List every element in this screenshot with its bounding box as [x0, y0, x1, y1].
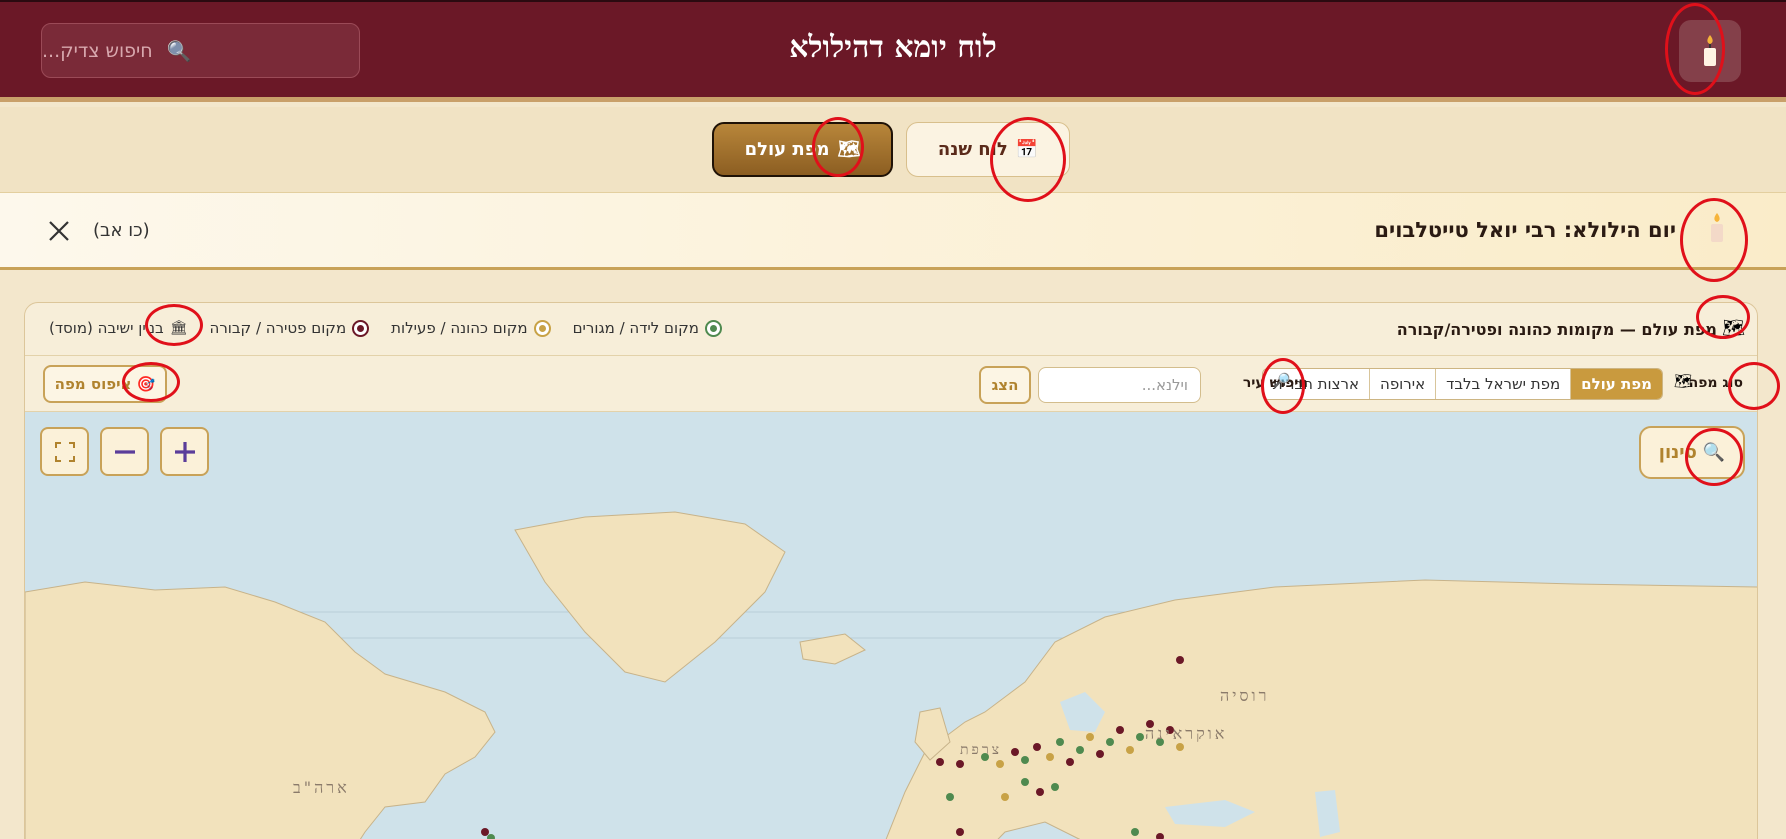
map-type-world[interactable]: מפת עולם — [1570, 369, 1662, 399]
legend-birth: מקום לידה / מגורים — [573, 319, 722, 337]
country-label-france: צרפת — [960, 742, 1003, 758]
view-tabs: 🗺 מפת עולם 📅 לוח שנה — [0, 107, 1786, 193]
legend-rabbi: מקום כהונה / פעילות — [391, 319, 551, 337]
annotation-circle — [1680, 198, 1748, 282]
legend-label: מקום לידה / מגורים — [572, 319, 699, 337]
annotation-circle — [1728, 362, 1780, 410]
hillula-title: יום הילולא: רבי יואל טייטלבוים — [1374, 218, 1676, 242]
country-label-usa: ארה"ב — [293, 778, 350, 797]
country-label-russia: רוסיה — [1220, 686, 1270, 705]
legend-label: מקום פטירה / קבורה — [209, 319, 347, 337]
app-title: לוח יומא דהילולא — [789, 30, 997, 65]
hillula-banner: יום הילולא: רבי יואל טייטלבוים (כו אב) — [0, 193, 1786, 270]
country-label-ukraine: אוקראינה — [1145, 724, 1228, 743]
annotation-circle — [990, 117, 1066, 202]
fullscreen-icon — [54, 441, 75, 462]
tab-world-map[interactable]: 🗺 מפת עולם — [712, 122, 893, 177]
world-map[interactable]: רוסיה ארה"ב אוקראינה צרפת 🔍 סינון — [25, 412, 1757, 839]
map-toolbar: סוג מפה 🗺 מפת עולם מפת ישראל בלבד אירופה… — [25, 356, 1757, 412]
map-type-selector: מפת עולם מפת ישראל בלבד אירופה ארצות הבר… — [1261, 368, 1663, 400]
annotation-circle — [1261, 358, 1305, 414]
birth-dot-icon — [704, 319, 722, 337]
rabbi-dot-icon — [533, 319, 551, 337]
close-icon[interactable] — [46, 218, 72, 244]
annotation-circle — [145, 304, 203, 346]
plus-icon — [174, 441, 195, 462]
zoom-out-button[interactable] — [100, 427, 149, 476]
map-panel-title: מפת עולם — מקומות כהונה ופטירה/קבורה — [1396, 320, 1717, 339]
map-type-israel[interactable]: מפת ישראל בלבד — [1435, 369, 1571, 399]
city-search-input[interactable]: וילנא... — [1038, 367, 1201, 403]
zoom-in-button[interactable] — [160, 427, 209, 476]
reset-map-label: איפוס מפה — [54, 375, 132, 393]
world-map-panel: מפת עולם — מקומות כהונה ופטירה/קבורה 🗺 מ… — [24, 302, 1758, 839]
map-icon: 🗺 — [1673, 372, 1693, 390]
legend-label: מקום כהונה / פעילות — [391, 319, 528, 337]
annotation-circle — [1685, 428, 1743, 486]
annotation-circle — [122, 362, 180, 402]
show-city-button[interactable]: הצג — [979, 366, 1031, 404]
fullscreen-button[interactable] — [40, 427, 89, 476]
death-dot-icon — [352, 319, 370, 337]
world-map-graphic — [25, 412, 1757, 839]
annotation-circle — [812, 117, 864, 177]
annotation-circle — [1696, 295, 1750, 339]
annotation-circle — [1665, 3, 1725, 95]
map-type-europe[interactable]: אירופה — [1369, 369, 1436, 399]
legend-death: מקום פטירה / קבורה — [210, 319, 370, 337]
app-header: 🔍 חיפוש צדיק... לוח יומא דהילולא — [0, 0, 1786, 102]
minus-icon — [114, 449, 135, 454]
map-panel-header: מפת עולם — מקומות כהונה ופטירה/קבורה 🗺 מ… — [25, 303, 1757, 356]
hillula-date: (כו אב) — [93, 220, 150, 241]
